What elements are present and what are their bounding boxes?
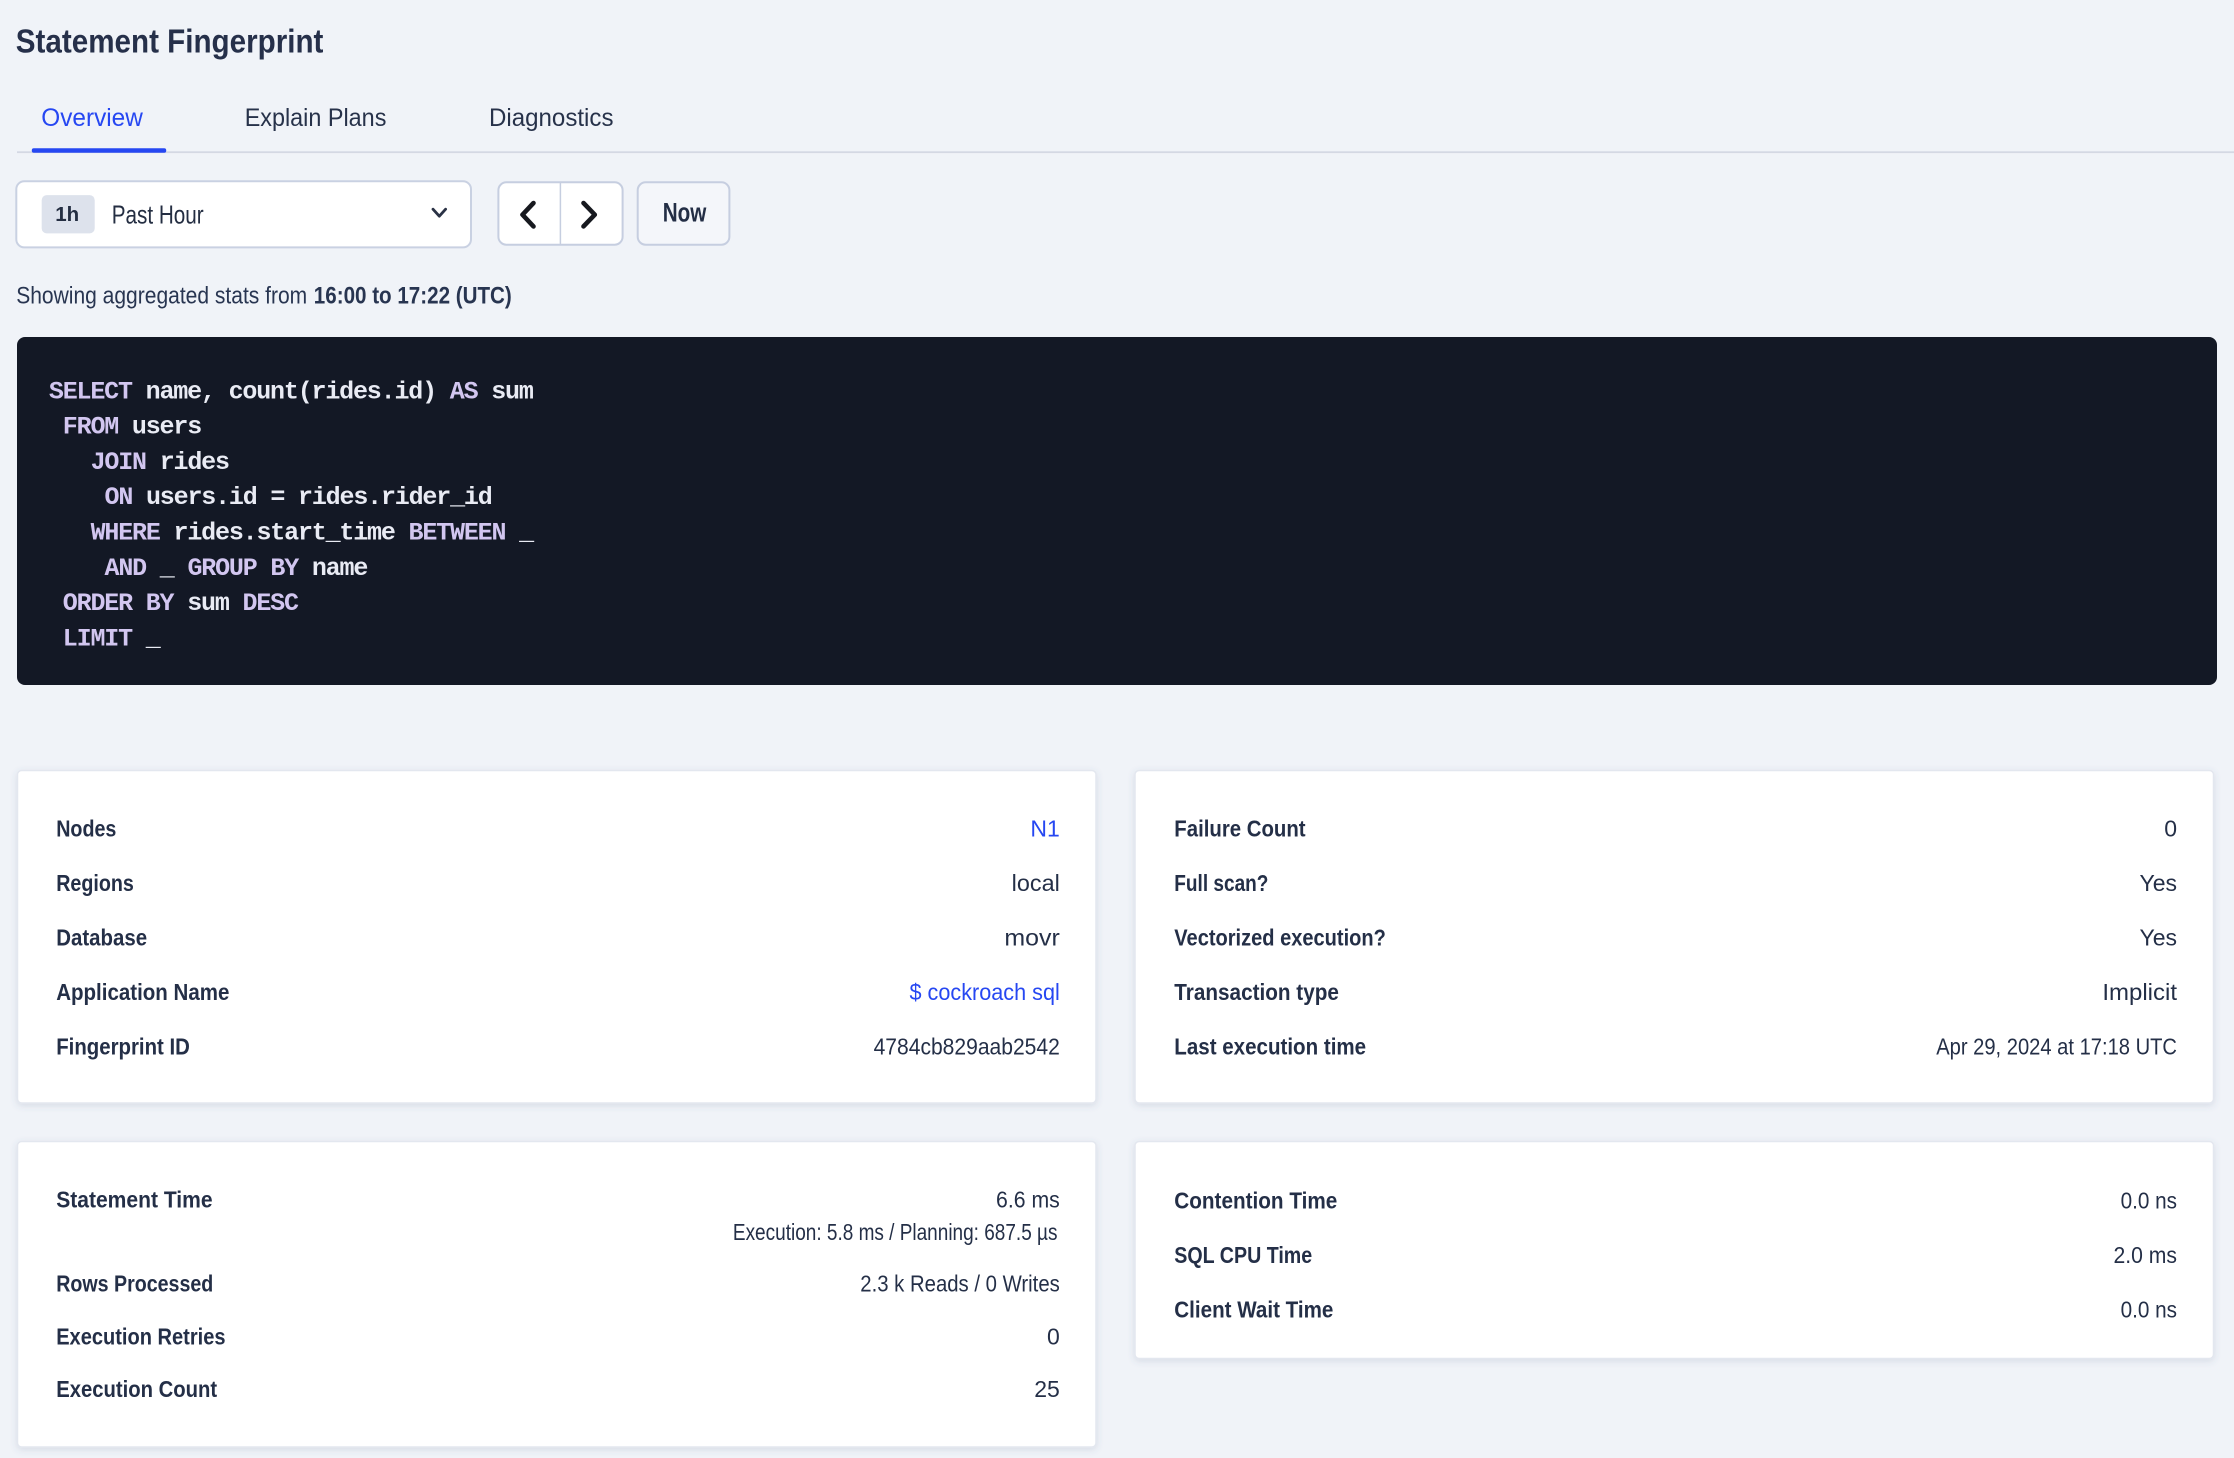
svg-text:Apr 29, 2024 at 17:18 UTC: Apr 29, 2024 at 17:18 UTC xyxy=(1936,1033,2177,1059)
svg-text:Yes: Yes xyxy=(2139,870,2177,896)
svg-text:Database: Database xyxy=(56,924,147,950)
svg-text:4784cb829aab2542: 4784cb829aab2542 xyxy=(874,1033,1060,1059)
svg-text:Nodes: Nodes xyxy=(56,816,116,842)
svg-text:Statement Fingerprint: Statement Fingerprint xyxy=(16,24,324,61)
svg-text:6.6 ms: 6.6 ms xyxy=(996,1187,1060,1213)
svg-text:Full scan?: Full scan? xyxy=(1174,870,1268,896)
svg-text:25: 25 xyxy=(1034,1376,1060,1402)
svg-text:Execution Count: Execution Count xyxy=(56,1376,217,1402)
svg-text:Application Name: Application Name xyxy=(56,979,229,1005)
svg-text:movr: movr xyxy=(1004,924,1060,950)
svg-text:Client Wait Time: Client Wait Time xyxy=(1174,1297,1333,1323)
svg-text:Contention Time: Contention Time xyxy=(1174,1188,1337,1214)
svg-text:1h: 1h xyxy=(55,203,79,226)
svg-text:Rows Processed: Rows Processed xyxy=(56,1271,213,1297)
svg-text:WHERE rides.start_time BETWEEN: WHERE rides.start_time BETWEEN _ xyxy=(91,519,536,548)
svg-text:2.0 ms: 2.0 ms xyxy=(2114,1242,2178,1268)
svg-text:Vectorized execution?: Vectorized execution? xyxy=(1174,924,1386,950)
svg-text:ON users.id = rides.rider_id: ON users.id = rides.rider_id xyxy=(105,483,492,512)
svg-text:JOIN rides: JOIN rides xyxy=(91,448,229,477)
svg-text:AND _ GROUP BY name: AND _ GROUP BY name xyxy=(105,554,368,583)
svg-text:0: 0 xyxy=(2164,816,2177,842)
svg-text:Failure Count: Failure Count xyxy=(1174,816,1305,842)
svg-text:LIMIT _: LIMIT _ xyxy=(63,624,162,653)
svg-text:N1: N1 xyxy=(1030,816,1059,842)
svg-text:FROM users: FROM users xyxy=(63,413,201,442)
svg-text:Execution Retries: Execution Retries xyxy=(56,1323,225,1349)
svg-text:16:00 to 17:22 (UTC): 16:00 to 17:22 (UTC) xyxy=(314,283,512,310)
svg-text:Execution: 5.8 ms / Planning:: Execution: 5.8 ms / Planning: 687.5 µs xyxy=(733,1219,1058,1245)
svg-text:SELECT name, count(rides.id) A: SELECT name, count(rides.id) AS sum xyxy=(49,377,534,406)
svg-text:Diagnostics: Diagnostics xyxy=(489,104,614,132)
svg-text:$ cockroach sql: $ cockroach sql xyxy=(910,979,1060,1005)
svg-text:0: 0 xyxy=(1047,1323,1060,1349)
svg-text:2.3 k Reads / 0 Writes: 2.3 k Reads / 0 Writes xyxy=(860,1271,1060,1297)
svg-text:Explain Plans: Explain Plans xyxy=(245,104,387,132)
svg-text:local: local xyxy=(1012,870,1060,896)
svg-text:ORDER BY sum DESC: ORDER BY sum DESC xyxy=(63,589,299,618)
svg-text:0.0 ns: 0.0 ns xyxy=(2121,1297,2177,1323)
svg-text:Regions: Regions xyxy=(56,870,134,896)
svg-text:Implicit: Implicit xyxy=(2102,979,2177,1005)
svg-text:Fingerprint ID: Fingerprint ID xyxy=(56,1033,190,1059)
svg-text:Showing aggregated stats from: Showing aggregated stats from xyxy=(16,283,307,310)
svg-text:Transaction type: Transaction type xyxy=(1174,979,1339,1005)
svg-text:SQL CPU Time: SQL CPU Time xyxy=(1174,1242,1312,1268)
svg-text:Overview: Overview xyxy=(41,104,143,132)
svg-text:Now: Now xyxy=(663,198,707,228)
svg-text:0.0 ns: 0.0 ns xyxy=(2121,1188,2177,1214)
svg-text:Last execution time: Last execution time xyxy=(1174,1033,1366,1059)
svg-text:Past Hour: Past Hour xyxy=(112,200,204,230)
svg-text:Yes: Yes xyxy=(2139,924,2177,950)
svg-text:Statement Time: Statement Time xyxy=(56,1187,212,1213)
